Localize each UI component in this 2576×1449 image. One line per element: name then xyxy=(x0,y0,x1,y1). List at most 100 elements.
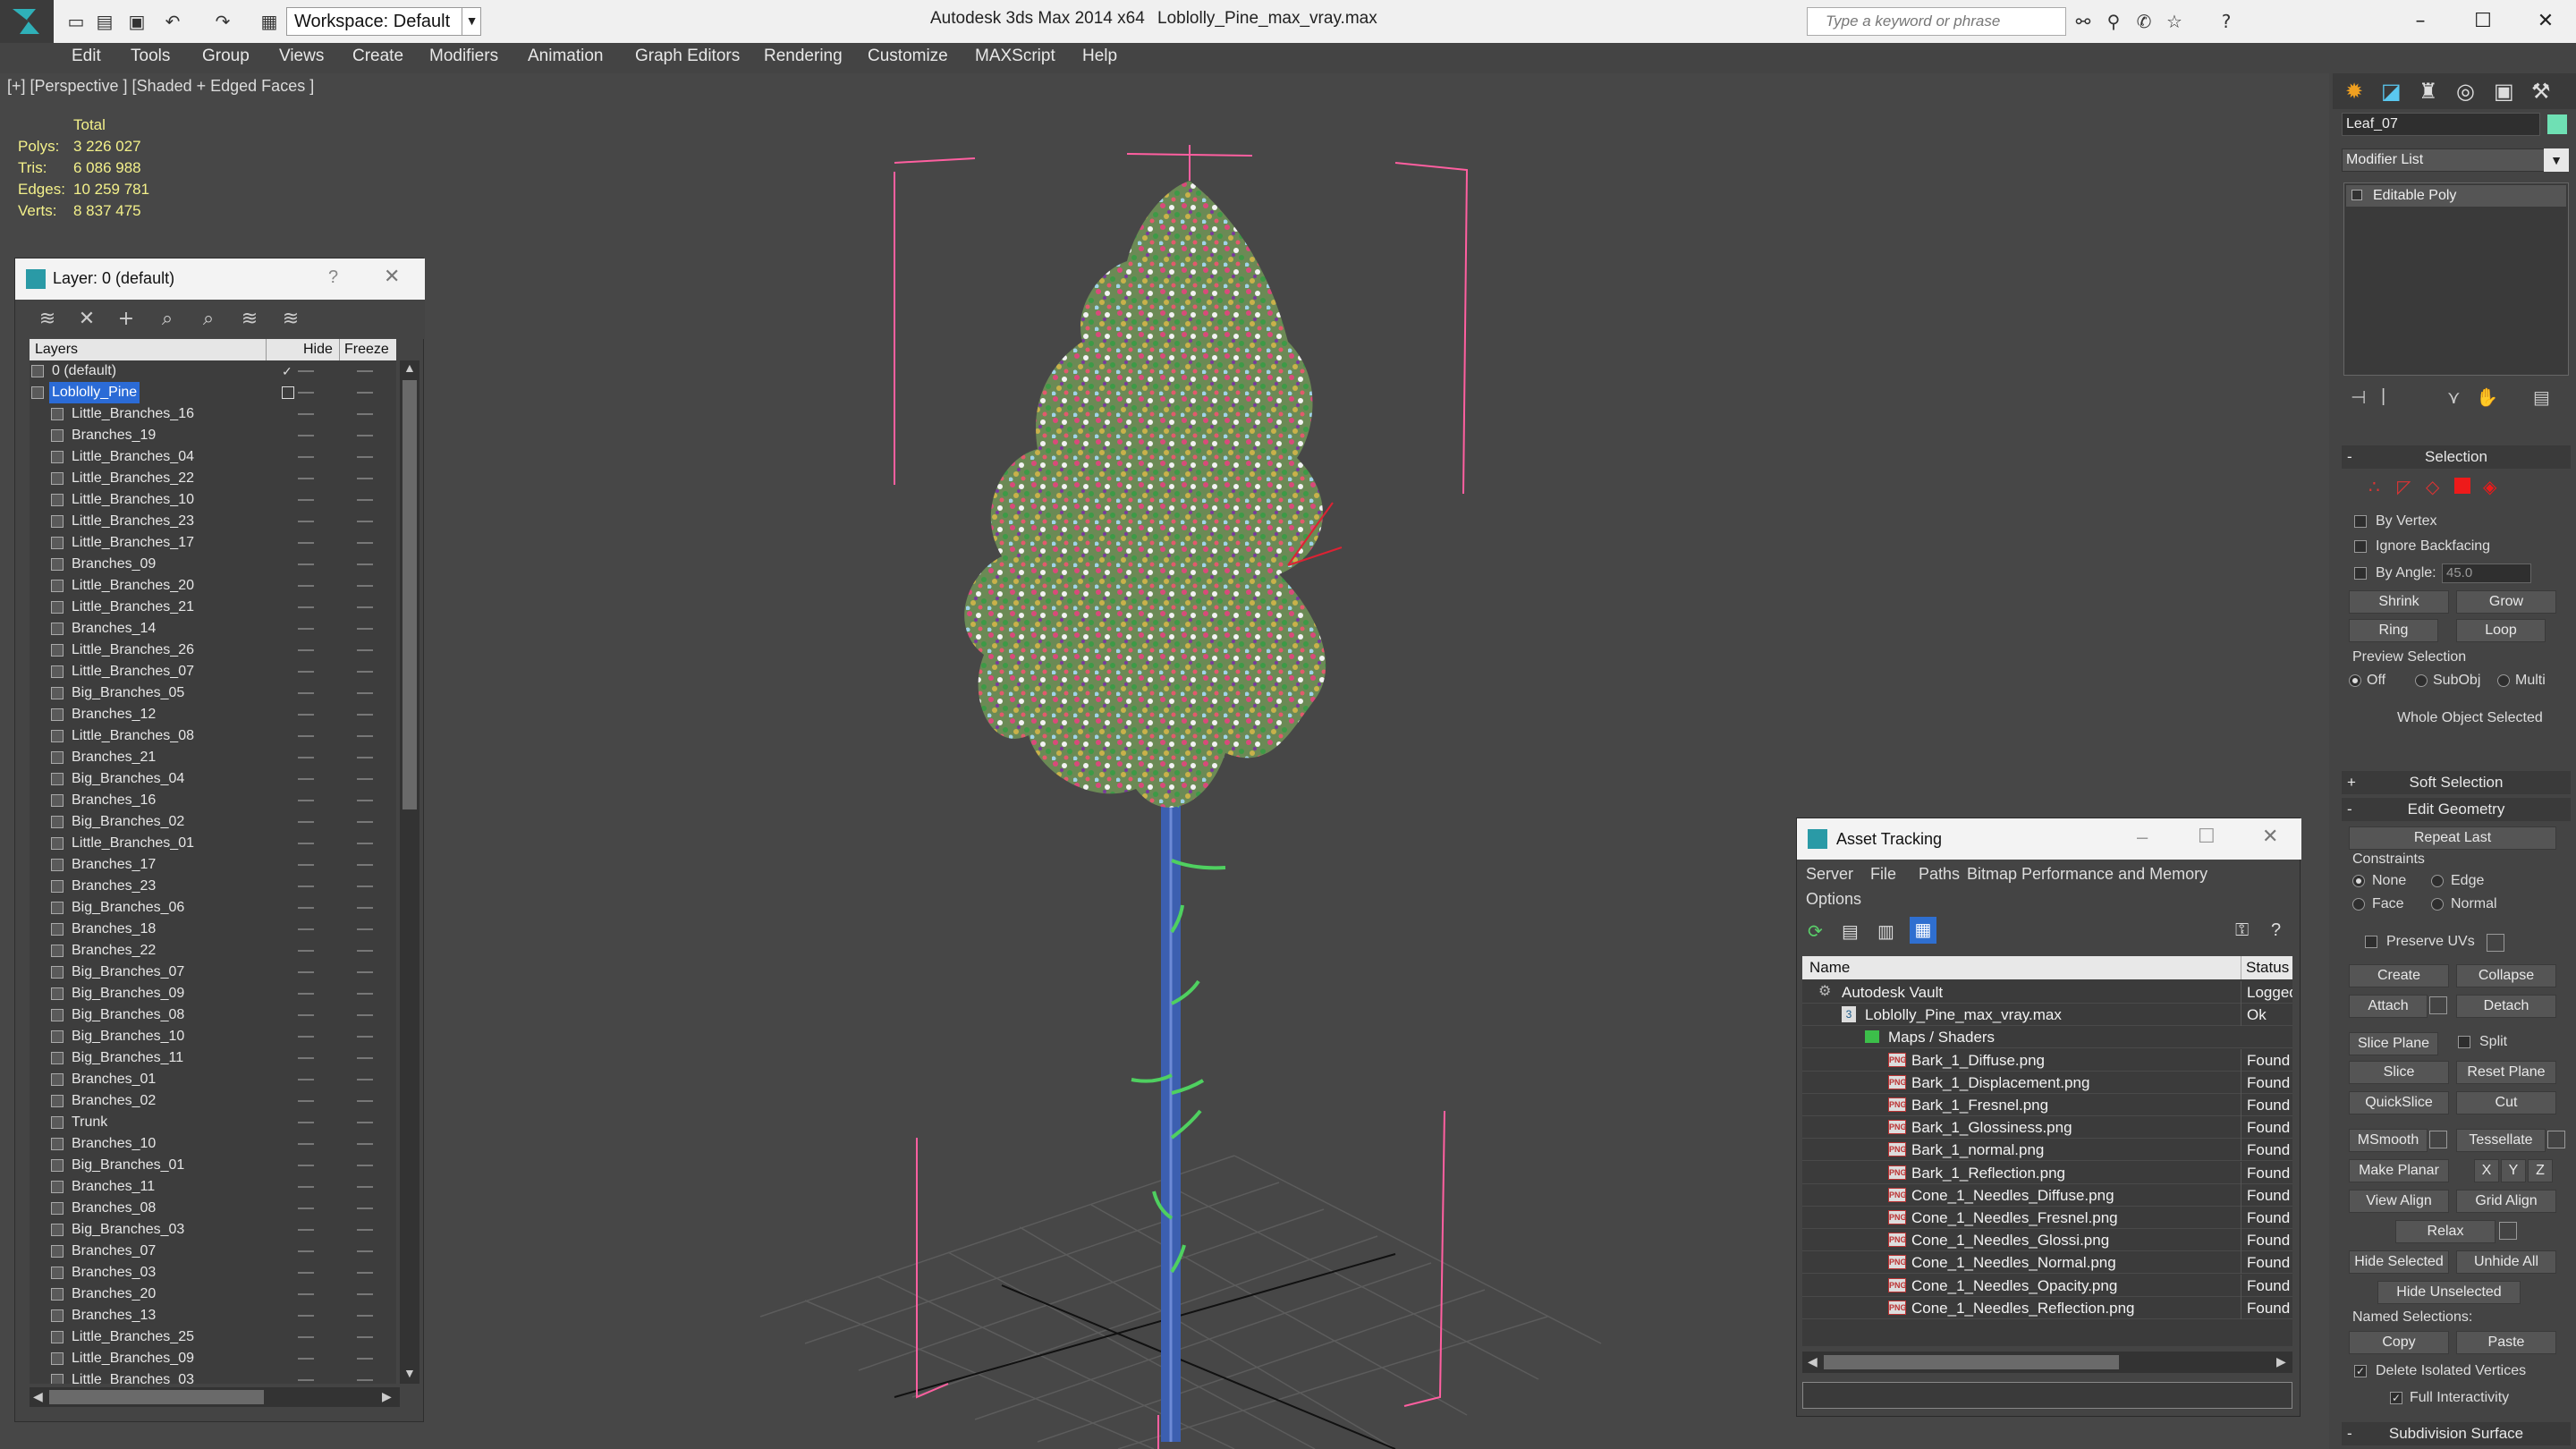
layer-row[interactable]: Branches_22 xyxy=(30,940,396,962)
freeze-toggle[interactable] xyxy=(357,499,373,501)
layer-row[interactable]: Big_Branches_10 xyxy=(30,1026,396,1047)
layer-row[interactable]: Big_Branches_05 xyxy=(30,682,396,704)
split-checkbox[interactable] xyxy=(2458,1036,2470,1048)
selection-rollout-header[interactable]: - Selection xyxy=(2342,445,2571,469)
freeze-toggle[interactable] xyxy=(357,886,373,887)
column-name[interactable]: Name xyxy=(1809,956,1850,979)
hide-toggle[interactable] xyxy=(298,649,314,651)
asset-menu-file[interactable]: File xyxy=(1870,865,1896,884)
paste-button[interactable]: Paste xyxy=(2456,1331,2556,1354)
border-mode-icon[interactable]: ◇ xyxy=(2426,476,2439,498)
hide-toggle[interactable] xyxy=(298,585,314,587)
layer-row[interactable]: Branches_14 xyxy=(30,618,396,640)
freeze-toggle[interactable] xyxy=(357,950,373,952)
open-file-icon[interactable]: ▤ xyxy=(93,11,116,32)
layer-row[interactable]: Branches_23 xyxy=(30,876,396,897)
reset-plane-button[interactable]: Reset Plane xyxy=(2456,1061,2556,1084)
menu-help[interactable]: Help xyxy=(1082,47,1117,66)
scroll-right-icon[interactable]: ▶ xyxy=(382,1389,392,1404)
constraint-none-radio[interactable] xyxy=(2352,875,2365,887)
shrink-button[interactable]: Shrink xyxy=(2349,590,2449,614)
layer-row[interactable]: Little_Branches_26 xyxy=(30,640,396,661)
hide-toggle[interactable] xyxy=(298,542,314,544)
menu-group[interactable]: Group xyxy=(202,47,250,66)
asset-row[interactable]: ⚙ Autodesk Vault Logged xyxy=(1802,981,2292,1004)
freeze-toggle[interactable] xyxy=(357,778,373,780)
chevron-down-icon[interactable]: ▼ xyxy=(2544,148,2569,172)
ring-button[interactable]: Ring xyxy=(2349,619,2438,642)
favorites-star-icon[interactable]: ☆ xyxy=(2163,11,2186,32)
hide-toggle[interactable] xyxy=(298,1208,314,1209)
hide-toggle[interactable] xyxy=(298,886,314,887)
freeze-toggle[interactable] xyxy=(357,864,373,866)
pin-stack-icon[interactable]: ⊣ xyxy=(2351,386,2366,409)
freeze-toggle[interactable] xyxy=(357,1014,373,1016)
relax-button[interactable]: Relax xyxy=(2395,1220,2496,1243)
preview-off-radio[interactable] xyxy=(2349,674,2361,687)
planar-z-button[interactable]: Z xyxy=(2528,1159,2553,1182)
edge-mode-icon[interactable]: ◸ xyxy=(2397,476,2411,498)
hide-toggle[interactable] xyxy=(298,1272,314,1274)
freeze-toggle[interactable] xyxy=(357,1293,373,1295)
layer-row[interactable]: Branches_10 xyxy=(30,1133,396,1155)
list-view-icon[interactable]: ▤ xyxy=(1842,920,1859,943)
polygon-mode-icon[interactable] xyxy=(2454,478,2470,494)
current-layer-check-icon[interactable]: ✓ xyxy=(282,360,292,382)
freeze-toggle[interactable] xyxy=(357,800,373,801)
hide-toggle[interactable] xyxy=(298,435,314,436)
freeze-toggle[interactable] xyxy=(357,392,373,394)
freeze-toggle[interactable] xyxy=(357,1122,373,1123)
edit-geometry-rollout-header[interactable]: - Edit Geometry xyxy=(2342,798,2571,821)
by-angle-checkbox[interactable] xyxy=(2354,567,2367,580)
layer-row[interactable]: Branches_11 xyxy=(30,1176,396,1198)
layer-row[interactable]: Branches_13 xyxy=(30,1305,396,1326)
preview-subobj-radio[interactable] xyxy=(2415,674,2428,687)
scroll-right-icon[interactable]: ▶ xyxy=(2276,1354,2286,1369)
freeze-toggle[interactable] xyxy=(357,478,373,479)
hide-toggle[interactable] xyxy=(298,628,314,630)
loop-button[interactable]: Loop xyxy=(2456,619,2546,642)
freeze-toggle[interactable] xyxy=(357,542,373,544)
layer-row[interactable]: Little_Branches_10 xyxy=(30,489,396,511)
freeze-toggle[interactable] xyxy=(357,1079,373,1080)
layer-row[interactable]: Little_Branches_07 xyxy=(30,661,396,682)
cut-button[interactable]: Cut xyxy=(2456,1091,2556,1114)
layer-row[interactable]: Big_Branches_03 xyxy=(30,1219,396,1241)
attach-settings-icon[interactable] xyxy=(2429,996,2447,1014)
freeze-toggle[interactable] xyxy=(357,757,373,758)
create-layer-icon[interactable]: ≋ xyxy=(35,307,60,332)
attach-button[interactable]: Attach xyxy=(2349,995,2428,1018)
column-layers[interactable]: Layers xyxy=(35,342,78,358)
chevron-down-icon[interactable]: ▼ xyxy=(462,7,481,36)
freeze-toggle[interactable] xyxy=(357,628,373,630)
tessellate-button[interactable]: Tessellate xyxy=(2456,1129,2546,1152)
planar-y-button[interactable]: Y xyxy=(2501,1159,2526,1182)
freeze-toggle[interactable] xyxy=(357,821,373,823)
hide-toggle[interactable] xyxy=(298,521,314,522)
hide-toggle[interactable] xyxy=(298,1079,314,1080)
grid-align-button[interactable]: Grid Align xyxy=(2456,1190,2556,1213)
asset-row[interactable]: PNG Cone_1_Needles_Glossi.png Found xyxy=(1802,1229,2292,1252)
subscription-icon[interactable]: ⚲ xyxy=(2102,11,2125,32)
freeze-toggle[interactable] xyxy=(357,907,373,909)
hide-toggle[interactable] xyxy=(298,370,314,372)
freeze-toggle[interactable] xyxy=(357,1036,373,1038)
hide-toggle[interactable] xyxy=(298,1250,314,1252)
layer-horizontal-scrollbar[interactable]: ◀ ▶ xyxy=(30,1387,400,1407)
help-icon[interactable]: ? xyxy=(2271,920,2281,941)
make-planar-button[interactable]: Make Planar xyxy=(2349,1159,2449,1182)
layer-row[interactable]: Little_Branches_04 xyxy=(30,446,396,468)
hide-toggle[interactable] xyxy=(298,456,314,458)
close-icon[interactable]: ✕ xyxy=(384,266,400,288)
binoculars-icon[interactable]: ⚯ xyxy=(2072,11,2095,32)
slice-button[interactable]: Slice xyxy=(2349,1061,2449,1084)
constraint-normal-radio[interactable] xyxy=(2431,898,2444,911)
layer-row[interactable]: Little_Branches_08 xyxy=(30,725,396,747)
hierarchy-tab-icon[interactable]: ♜ xyxy=(2419,79,2438,105)
preserve-uvs-checkbox[interactable] xyxy=(2365,936,2377,948)
object-name-field[interactable]: Leaf_07 xyxy=(2342,113,2540,136)
asset-row[interactable]: PNG Cone_1_Needles_Reflection.png Found xyxy=(1802,1296,2292,1319)
layer-row[interactable]: Little_Branches_01 xyxy=(30,833,396,854)
layer-row[interactable]: Little_Branches_20 xyxy=(30,575,396,597)
menu-views[interactable]: Views xyxy=(279,47,324,66)
